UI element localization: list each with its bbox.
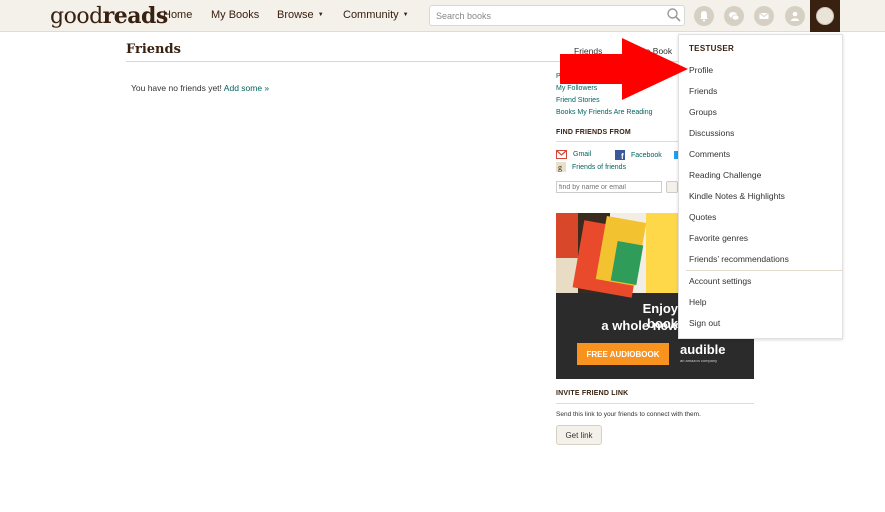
menu-item-friends-recommendations[interactable]: Friends’ recommendations <box>689 254 789 264</box>
logo-part-1: good <box>50 4 103 29</box>
find-search-button[interactable] <box>666 181 678 193</box>
source-friends-of-friends[interactable]: g Friends of friends <box>556 162 626 172</box>
find-friend-input[interactable] <box>556 181 662 193</box>
avatar <box>816 7 834 25</box>
logo-part-2: reads <box>102 3 169 29</box>
find-friends-heading: FIND FRIENDS FROM <box>556 129 631 136</box>
nav-browse[interactable]: Browse ▼ <box>277 9 324 21</box>
menu-item-kindle-notes[interactable]: Kindle Notes & Highlights <box>689 191 785 201</box>
svg-text:f: f <box>621 152 624 160</box>
menu-item-friends[interactable]: Friends <box>689 86 717 96</box>
nav-home[interactable]: Home <box>163 9 192 21</box>
goodreads-g-icon: g <box>556 162 566 172</box>
sidebar-links: People I'm Following My Followers Friend… <box>556 71 676 119</box>
menu-item-comments[interactable]: Comments <box>689 149 730 159</box>
nav-my-books[interactable]: My Books <box>211 9 259 21</box>
link-friend-stories[interactable]: Friend Stories <box>556 95 676 107</box>
get-link-button[interactable]: Get link <box>556 425 602 445</box>
empty-friends-message: You have no friends yet! Add some » <box>131 83 269 93</box>
top-navigation-bar: goodreads Home My Books Browse ▼ Communit… <box>0 0 885 32</box>
menu-item-groups[interactable]: Groups <box>689 107 717 117</box>
page-title: Friends <box>126 42 181 57</box>
source-facebook-label: Facebook <box>631 151 662 159</box>
search-input[interactable] <box>429 5 685 26</box>
invite-heading: INVITE FRIEND LINK <box>556 390 629 397</box>
source-gmail-label: Gmail <box>573 151 592 158</box>
messages-icon[interactable] <box>754 6 774 26</box>
section-divider <box>556 403 754 404</box>
search-icon[interactable] <box>666 7 682 23</box>
link-books-friends-reading[interactable]: Books My Friends Are Reading <box>556 107 676 119</box>
free-audiobook-button[interactable]: FREE AUDIOBOOK <box>577 343 669 365</box>
add-friends-link[interactable]: Add some » <box>224 83 269 93</box>
empty-message-text: You have no friends yet! <box>131 83 222 93</box>
menu-item-discussions[interactable]: Discussions <box>689 128 734 138</box>
notifications-icon[interactable] <box>694 6 714 26</box>
link-my-followers[interactable]: My Followers <box>556 83 676 95</box>
menu-item-help[interactable]: Help <box>689 297 706 307</box>
source-friends-of-friends-label: Friends of friends <box>572 163 627 171</box>
ad-headline-2: a whole new <box>601 318 678 333</box>
source-gmail[interactable]: Gmail <box>556 150 591 159</box>
menu-item-reading-challenge[interactable]: Reading Challenge <box>689 170 761 180</box>
menu-divider <box>686 270 843 271</box>
audible-logo: audible <box>680 342 726 357</box>
title-divider <box>126 61 756 62</box>
audible-tagline: an amazon company <box>680 358 718 363</box>
chevron-down-icon: ▼ <box>402 12 409 18</box>
chevron-down-icon: ▼ <box>317 12 324 18</box>
dropdown-username: TESTUSER <box>689 44 735 53</box>
menu-item-quotes[interactable]: Quotes <box>689 212 716 222</box>
friends-icon[interactable] <box>785 6 805 26</box>
menu-item-profile[interactable]: Profile <box>689 65 713 75</box>
discussions-icon[interactable] <box>724 6 744 26</box>
tab-update-book[interactable]: Update Book <box>623 46 672 56</box>
profile-menu-button[interactable] <box>810 0 840 32</box>
link-people-following[interactable]: People I'm Following <box>556 71 676 83</box>
profile-dropdown-menu: TESTUSER Profile Friends Groups Discussi… <box>678 34 843 339</box>
menu-item-account-settings[interactable]: Account settings <box>689 276 751 286</box>
goodreads-logo[interactable]: goodreads <box>50 3 168 29</box>
facebook-icon: f <box>615 150 625 160</box>
nav-community[interactable]: Community ▼ <box>343 9 409 21</box>
nav-browse-label: Browse <box>277 9 314 21</box>
invite-description: Send this link to your friends to connec… <box>556 411 701 418</box>
tab-friends[interactable]: Friends <box>574 46 602 56</box>
gmail-icon <box>556 150 567 159</box>
source-facebook[interactable]: f Facebook <box>615 150 662 160</box>
menu-item-sign-out[interactable]: Sign out <box>689 318 720 328</box>
menu-item-favorite-genres[interactable]: Favorite genres <box>689 233 748 243</box>
svg-text:g: g <box>558 163 562 172</box>
nav-community-label: Community <box>343 9 399 21</box>
